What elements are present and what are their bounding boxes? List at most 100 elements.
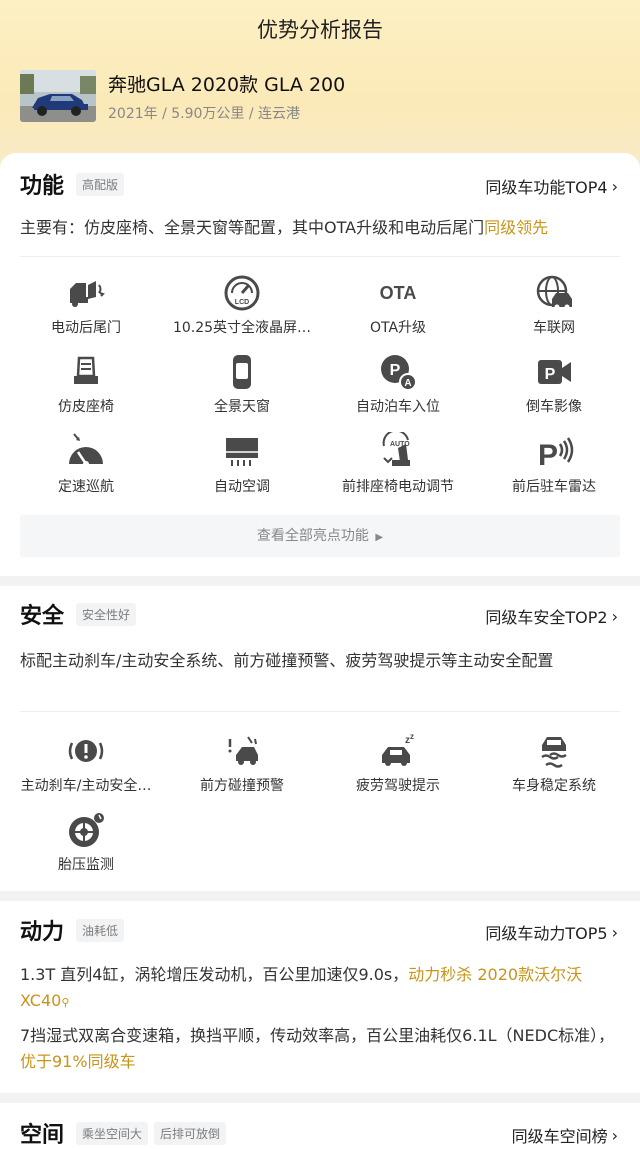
feature-label: 车身稳定系统 (512, 778, 596, 794)
car-thumbnail[interactable] (20, 70, 96, 122)
feature-label: 倒车影像 (526, 399, 582, 415)
feature-label: 车联网 (533, 320, 575, 336)
view-all-features-button[interactable]: 查看全部亮点功能 ▶ (20, 515, 620, 557)
power-tag: 油耗低 (76, 918, 125, 942)
power-header: 动力 油耗低 (20, 915, 130, 945)
auto-parking-icon: P A (381, 355, 417, 391)
feature-tire-pressure[interactable]: 胎压监测 (6, 810, 166, 874)
chevron-right-icon: › (611, 176, 618, 196)
power-rank-label: 同级车动力TOP5 (485, 924, 608, 943)
divider (20, 711, 620, 712)
feature-collision-warning[interactable]: 前方碰撞预警 (162, 731, 322, 795)
feature-cruise-control[interactable]: 定速巡航 (6, 432, 166, 496)
space-header: 空间 乘坐空间大 后排可放倒 (20, 1118, 232, 1148)
fatigue-alert-icon: z z (382, 732, 414, 766)
feature-label: OTA升级 (369, 320, 427, 336)
power-desc1-text: 1.3T 直列4缸，涡轮增压发动机，百公里加速仅9.0s， (20, 965, 409, 984)
power-description-1: 1.3T 直列4缸，涡轮增压发动机，百公里加速仅9.0s，动力秒杀 2020款沃… (20, 962, 620, 1016)
feature-connected-car[interactable]: 车联网 (474, 273, 634, 337)
feature-label: 全景天窗 (214, 399, 270, 415)
space-rank-label: 同级车空间榜 (511, 1127, 608, 1146)
feature-label: 胎压监测 (58, 857, 114, 873)
feature-auto-ac[interactable]: 自动空调 (162, 432, 322, 496)
feature-label: 电动后尾门 (51, 320, 121, 336)
power-seat-icon: AUTO (382, 432, 410, 466)
power-desc2-highlight: 优于91%同级车 (20, 1052, 136, 1071)
feature-label: 仿皮座椅 (58, 399, 114, 415)
search-icon[interactable]: ⚲ (61, 996, 69, 1009)
safety-section: 安全 安全性好 同级车安全TOP2 › 标配主动刹车/主动安全系统、前方碰撞预警… (0, 586, 640, 891)
power-rank-link[interactable]: 同级车动力TOP5 › (485, 920, 618, 944)
chevron-right-icon: › (611, 922, 618, 942)
svg-text:z: z (410, 732, 414, 741)
reverse-camera-icon: P (538, 360, 571, 384)
feature-label: 10.25英寸全液晶屏… (172, 320, 312, 336)
feature-fatigue-alert[interactable]: z z 疲劳驾驶提示 (318, 731, 478, 795)
feature-lcd-gauge[interactable]: LCD 10.25英寸全液晶屏… (162, 273, 322, 337)
feature-active-brake[interactable]: 主动刹车/主动安全… (6, 731, 166, 795)
cruise-control-icon (69, 433, 103, 467)
safety-rank-label: 同级车安全TOP2 (485, 608, 608, 627)
svg-text:P: P (390, 362, 401, 379)
leather-seat-icon (74, 356, 98, 384)
power-title: 动力 (20, 920, 65, 945)
space-tag-2: 后排可放倒 (154, 1121, 227, 1145)
safety-title: 安全 (20, 604, 65, 629)
feature-ota[interactable]: OTA OTA升级 (318, 273, 478, 337)
function-title: 功能 (20, 174, 65, 199)
feature-panoramic-roof[interactable]: 全景天窗 (162, 352, 322, 416)
space-tag-1: 乘坐空间大 (76, 1121, 149, 1145)
svg-text:P: P (538, 439, 558, 472)
feature-power-tailgate[interactable]: 电动后尾门 (6, 273, 166, 337)
space-rank-link[interactable]: 同级车空间榜 › (512, 1123, 618, 1147)
space-title: 空间 (20, 1123, 65, 1148)
car-name: 奔驰GLA 2020款 GLA 200 (108, 74, 346, 96)
feature-stability-control[interactable]: 车身稳定系统 (474, 731, 634, 795)
svg-text:LCD: LCD (235, 299, 249, 306)
panoramic-roof-icon (233, 355, 251, 389)
car-meta: 2021年 / 5.90万公里 / 连云港 (108, 106, 301, 122)
feature-power-seat[interactable]: AUTO 前排座椅电动调节 (318, 432, 478, 496)
function-desc-text: 主要有：仿皮座椅、全景天窗等配置，其中OTA升级和电动后尾门 (20, 218, 485, 237)
triangle-right-icon: ▶ (375, 532, 384, 543)
safety-header: 安全 安全性好 (20, 599, 142, 629)
function-desc-highlight: 同级领先 (484, 218, 549, 237)
feature-label: 前方碰撞预警 (200, 778, 284, 794)
power-section: 动力 油耗低 同级车动力TOP5 › 1.3T 直列4缸，涡轮增压发动机，百公里… (0, 901, 640, 1093)
space-section: 空间 乘坐空间大 后排可放倒 同级车空间榜 › (0, 1103, 640, 1149)
feature-label: 自动空调 (214, 479, 270, 495)
lcd-gauge-icon: LCD (224, 275, 260, 311)
divider (20, 256, 620, 257)
feature-reverse-camera[interactable]: P 倒车影像 (474, 352, 634, 416)
ota-icon: OTA (379, 283, 417, 303)
collision-warning-icon (228, 736, 258, 765)
svg-text:P: P (545, 366, 556, 383)
feature-label: 前后驻车雷达 (512, 479, 596, 495)
active-brake-icon (68, 740, 104, 762)
safety-description: 标配主动刹车/主动安全系统、前方碰撞预警、疲劳驾驶提示等主动安全配置 (20, 651, 554, 670)
safety-tag: 安全性好 (76, 602, 137, 626)
function-header: 功能 高配版 (20, 169, 130, 199)
view-all-label: 查看全部亮点功能 (256, 528, 369, 544)
connected-car-icon (536, 275, 572, 310)
power-tailgate-icon (70, 281, 105, 307)
function-rank-label: 同级车功能TOP4 (485, 178, 608, 197)
stability-control-icon (541, 737, 567, 768)
feature-parking-radar[interactable]: P 前后驻车雷达 (474, 432, 634, 496)
function-rank-link[interactable]: 同级车功能TOP4 › (485, 174, 618, 198)
chevron-right-icon: › (611, 1125, 618, 1145)
feature-label: 定速巡航 (58, 479, 114, 495)
parking-radar-icon: P (538, 437, 574, 472)
power-description-2: 7挡湿式双离合变速箱，换挡平顺，传动效率高，百公里油耗仅6.1L（NEDC标准）… (20, 1023, 620, 1075)
feature-leather-seat[interactable]: 仿皮座椅 (6, 352, 166, 416)
auto-ac-icon (226, 438, 258, 466)
safety-rank-link[interactable]: 同级车安全TOP2 › (485, 604, 618, 628)
function-section: 功能 高配版 同级车功能TOP4 › 主要有：仿皮座椅、全景天窗等配置，其中OT… (0, 153, 640, 576)
feature-auto-parking[interactable]: P A 自动泊车入位 (318, 352, 478, 416)
feature-label: 疲劳驾驶提示 (356, 778, 440, 794)
page-title: 优势分析报告 (257, 18, 383, 42)
chevron-right-icon: › (611, 606, 618, 626)
function-description: 主要有：仿皮座椅、全景天窗等配置，其中OTA升级和电动后尾门同级领先 (20, 215, 620, 241)
tire-pressure-icon (69, 813, 104, 847)
feature-label: 主动刹车/主动安全… (20, 778, 152, 794)
